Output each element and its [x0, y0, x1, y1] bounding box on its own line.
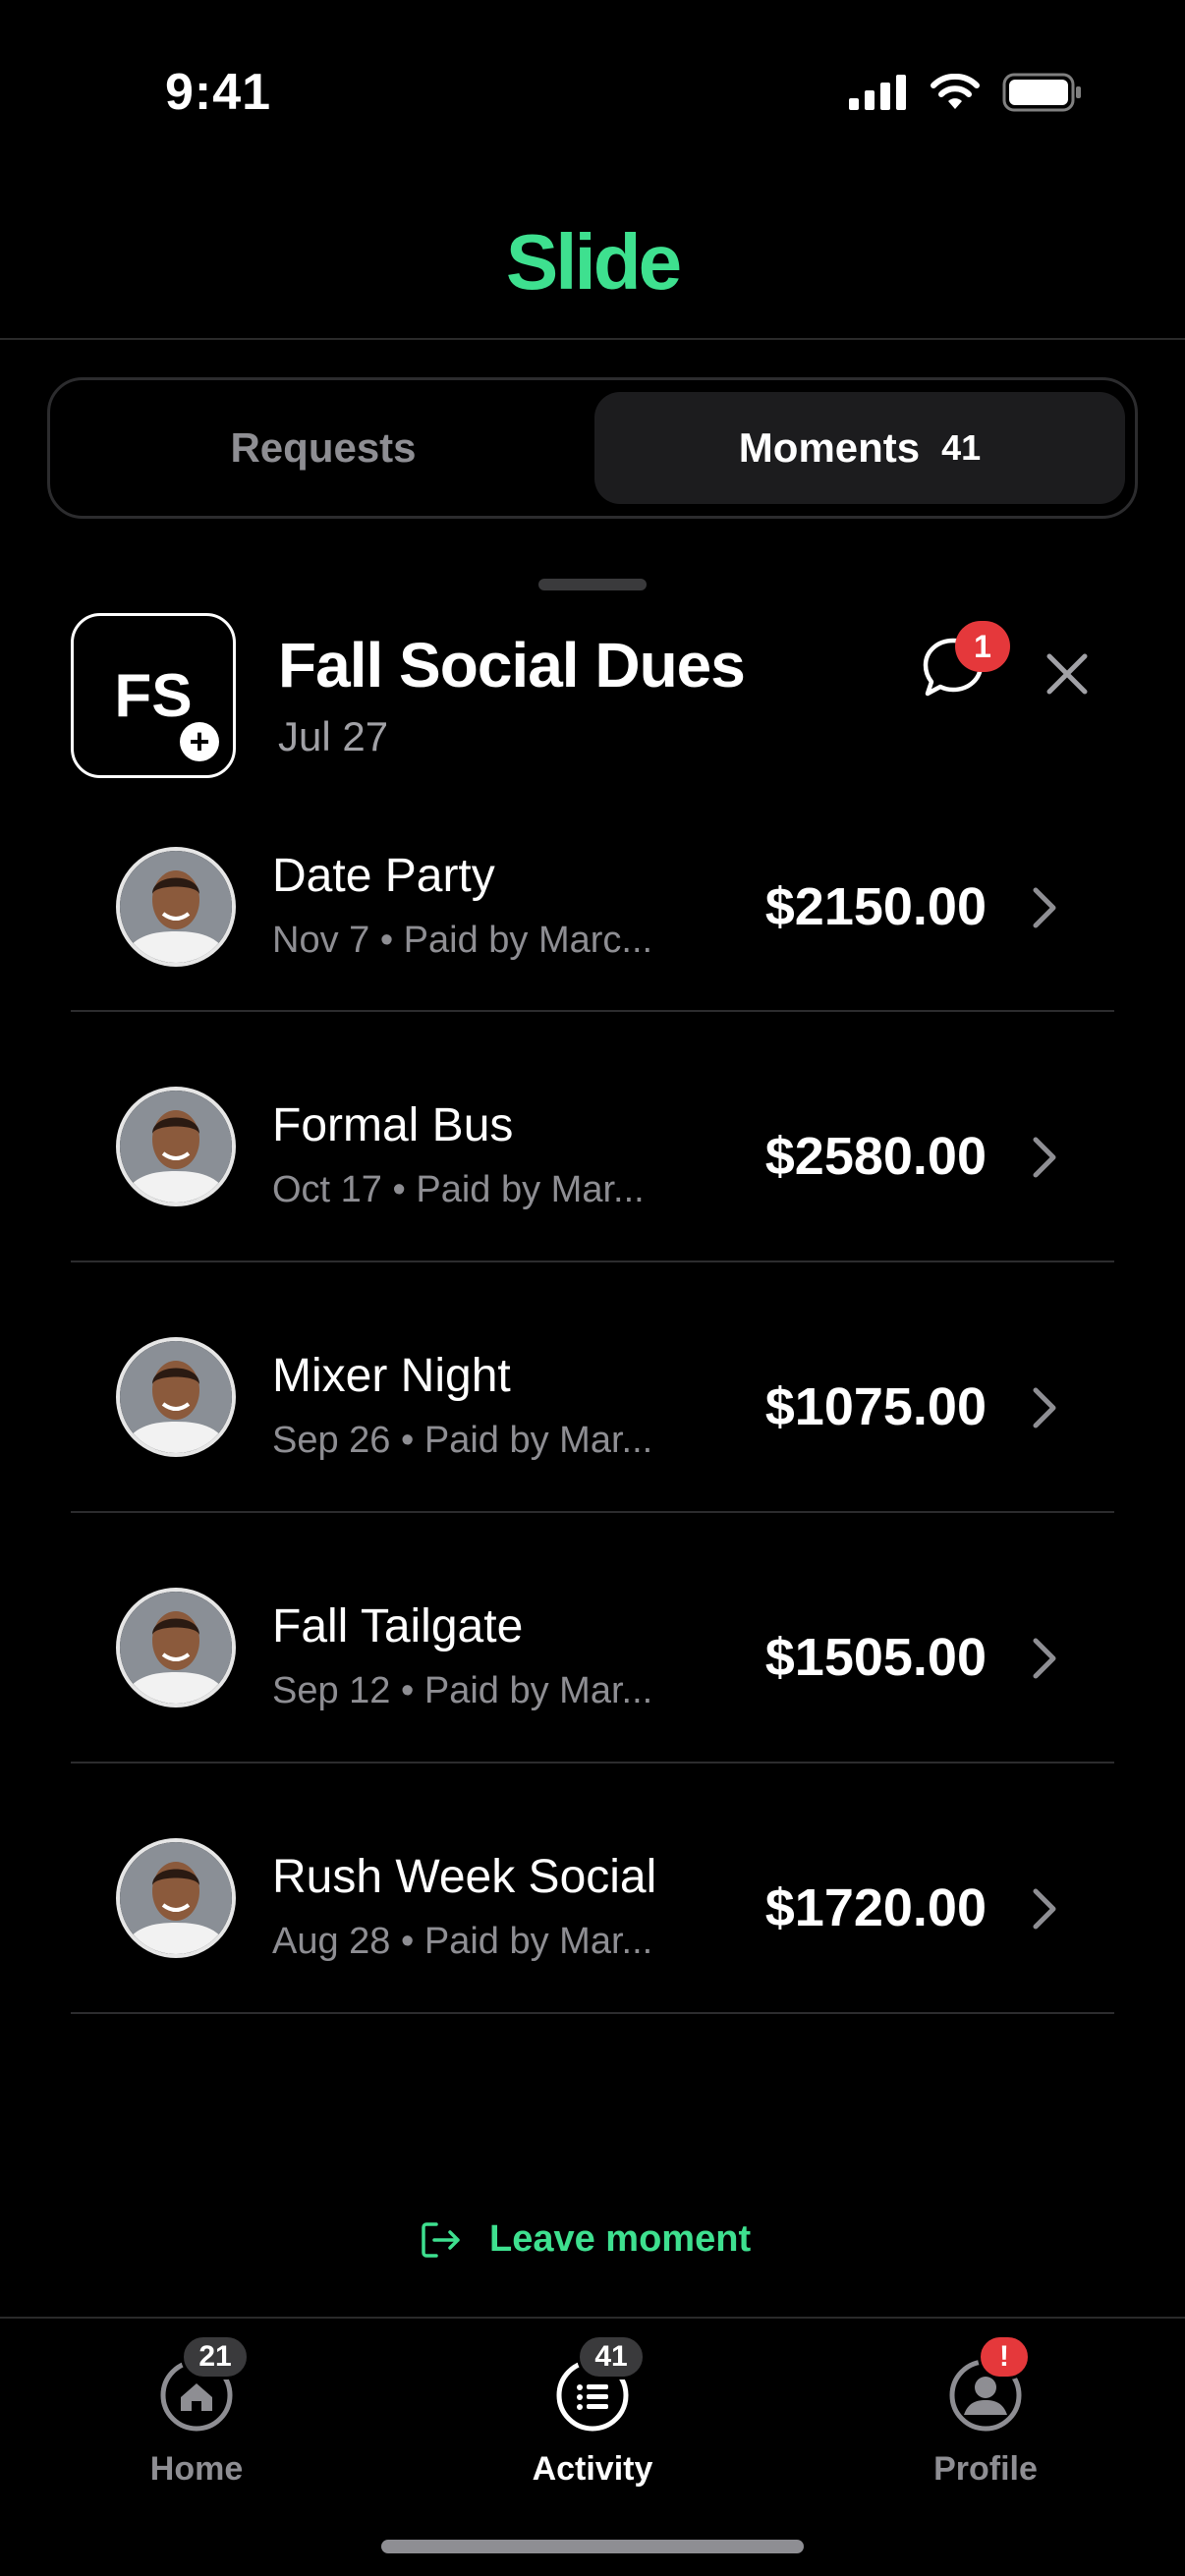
item-amount: $1505.00 [764, 1628, 987, 1687]
item-amount: $2580.00 [764, 1127, 987, 1186]
tab-activity-icon-wrap: 41 [555, 2334, 646, 2433]
avatar [116, 1087, 236, 1206]
chevron-right-icon [1033, 1387, 1056, 1428]
add-photo-icon: + [180, 722, 219, 761]
tab-activity-label: Activity [532, 2450, 653, 2488]
person-photo-icon [120, 1842, 232, 1954]
tab-activity[interactable]: 41 Activity [484, 2334, 701, 2489]
item-subtitle: Sep 12 • Paid by Mar... [272, 1670, 653, 1711]
item-amount: $1075.00 [764, 1377, 987, 1436]
tab-requests[interactable]: Requests [62, 392, 585, 504]
tab-home[interactable]: 21 Home [88, 2334, 305, 2489]
item-subtitle: Sep 26 • Paid by Mar... [272, 1420, 653, 1461]
chevron-right-icon [1033, 1888, 1056, 1930]
bottom-tab-bar: 21 Home 41 Activity ! Profile [0, 2317, 1185, 2576]
exit-icon [422, 2221, 460, 2258]
tab-home-icon-wrap: 21 [159, 2334, 250, 2433]
list-item[interactable]: Date Party Nov 7 • Paid by Marc... $2150… [71, 825, 1114, 1012]
item-title: Mixer Night [272, 1350, 511, 1402]
list-item[interactable]: Fall Tailgate Sep 12 • Paid by Mar... $1… [71, 1513, 1114, 1764]
sheet-drag-handle[interactable] [538, 579, 647, 590]
item-subtitle: Nov 7 • Paid by Marc... [272, 920, 653, 961]
avatar [116, 1337, 236, 1457]
moment-title: Fall Social Dues [278, 630, 746, 700]
home-indicator [381, 2540, 804, 2553]
chevron-right-icon [1033, 1638, 1056, 1679]
status-icons [849, 73, 1083, 112]
tab-home-badge: 21 [181, 2334, 250, 2380]
item-title: Rush Week Social [272, 1851, 657, 1903]
tab-moments-count: 41 [941, 427, 982, 468]
tab-profile-icon-wrap: ! [948, 2334, 1031, 2433]
tab-profile[interactable]: ! Profile [877, 2334, 1094, 2489]
status-time: 9:41 [165, 64, 272, 121]
moment-expense-list: Date Party Nov 7 • Paid by Marc... $2150… [71, 825, 1114, 2014]
tab-requests-label: Requests [230, 424, 417, 471]
person-photo-icon [120, 1341, 232, 1453]
list-item[interactable]: Mixer Night Sep 26 • Paid by Mar... $107… [71, 1262, 1114, 1513]
moment-avatar[interactable]: FS + [71, 613, 236, 778]
avatar [116, 1838, 236, 1958]
list-item[interactable]: Rush Week Social Aug 28 • Paid by Mar...… [71, 1764, 1114, 2014]
avatar [116, 847, 236, 967]
segmented-control: Requests Moments 41 [47, 377, 1138, 519]
person-photo-icon [120, 1592, 232, 1704]
app-logo: Slide [505, 218, 682, 306]
app-header: Slide [0, 187, 1185, 340]
tab-home-label: Home [149, 2450, 244, 2488]
chevron-right-icon [1033, 887, 1056, 928]
list-item[interactable]: Formal Bus Oct 17 • Paid by Mar... $2580… [71, 1012, 1114, 1262]
leave-moment-label: Leave moment [489, 2218, 752, 2260]
chat-notification-badge: 1 [955, 621, 1010, 672]
item-title: Date Party [272, 850, 495, 902]
cellular-signal-icon [849, 75, 906, 110]
item-subtitle: Oct 17 • Paid by Mar... [272, 1169, 645, 1210]
moments-screen: 9:41 Slide Requests Moments 41 FS + Fall… [0, 0, 1185, 2576]
moment-date: Jul 27 [278, 713, 389, 759]
tab-moments[interactable]: Moments 41 [594, 392, 1125, 504]
status-bar: 9:41 [0, 0, 1185, 187]
item-amount: $1720.00 [764, 1878, 987, 1937]
tab-moments-label: Moments [738, 424, 921, 471]
chevron-right-icon [1033, 1137, 1056, 1178]
leave-moment-button[interactable]: Leave moment [421, 2218, 751, 2261]
person-photo-icon [120, 851, 232, 963]
person-photo-icon [120, 1091, 232, 1203]
battery-icon [1002, 73, 1081, 112]
item-amount: $2150.00 [764, 877, 987, 936]
wifi-icon [931, 74, 980, 109]
tab-profile-label: Profile [933, 2450, 1038, 2488]
item-title: Fall Tailgate [272, 1600, 524, 1652]
tab-activity-badge: 41 [577, 2334, 646, 2380]
item-subtitle: Aug 28 • Paid by Mar... [272, 1921, 653, 1962]
tab-profile-badge: ! [978, 2334, 1031, 2380]
close-icon[interactable] [1042, 648, 1093, 700]
item-title: Formal Bus [272, 1099, 514, 1151]
moment-initials: FS [114, 661, 193, 730]
avatar [116, 1588, 236, 1708]
